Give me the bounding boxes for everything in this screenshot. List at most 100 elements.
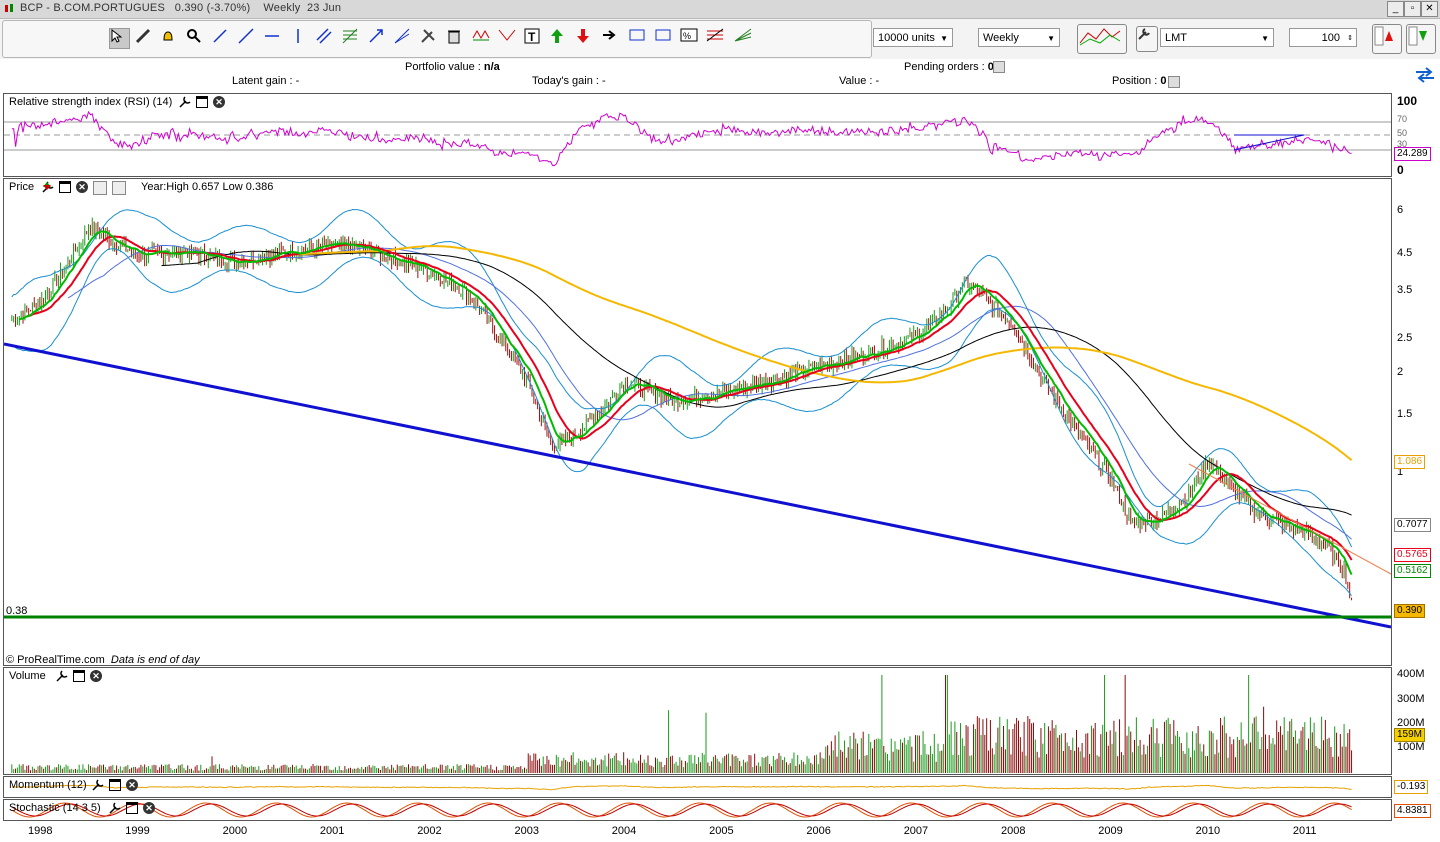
trash-icon[interactable] <box>446 28 466 48</box>
rsi-tick-0: 0 <box>1397 163 1404 177</box>
x-tick-label: 2006 <box>806 825 831 837</box>
restore-button[interactable]: ▫ <box>1404 1 1421 17</box>
window-icon[interactable] <box>73 670 85 682</box>
volume-tick-100M: 100M <box>1397 741 1425 753</box>
tools-icon[interactable] <box>420 28 440 48</box>
ma50-line <box>67 244 1352 540</box>
close-button[interactable]: ✕ <box>1421 1 1438 17</box>
alert-bell-icon[interactable] <box>160 28 180 48</box>
wave-tool-icon[interactable] <box>472 28 492 48</box>
x-tick-label: 2010 <box>1195 825 1221 837</box>
x-tick-label: 2003 <box>514 825 539 837</box>
window-titlebar: BCP - B.COM.PORTUGUES 0.390 (-3.70%) Wee… <box>0 0 1440 19</box>
last-price-tag: 0.390 <box>1394 604 1426 618</box>
buy-order-button[interactable] <box>1372 24 1402 54</box>
speed-lines-icon[interactable] <box>734 28 754 48</box>
retracement-tool-icon[interactable] <box>706 28 726 48</box>
portfolio-value: Portfolio value : n/a <box>405 61 500 73</box>
wrench-icon[interactable] <box>179 96 191 108</box>
minimize-button[interactable]: _ <box>1387 1 1404 17</box>
timeframe-select[interactable]: Weekly ▼ <box>978 28 1060 47</box>
arrow-tool-icon[interactable] <box>368 28 388 48</box>
ruler-tool-icon[interactable] <box>135 28 155 48</box>
price-panel[interactable]: Price ✕ Year:High 0.657 Low 0.386 0.38 ©… <box>3 178 1392 666</box>
x-tick-label: 2004 <box>611 825 637 837</box>
buy-arrow-icon[interactable] <box>550 28 570 48</box>
channel-tool-icon[interactable] <box>316 28 336 48</box>
zoom-icon[interactable] <box>186 28 206 48</box>
ma20-line <box>26 235 1353 561</box>
resistance-line <box>1188 463 1391 575</box>
wrench-icon[interactable] <box>92 779 104 791</box>
x-tick-label: 2000 <box>222 825 248 837</box>
vertical-line-icon[interactable] <box>290 28 310 48</box>
momentum-chart <box>11 784 1352 791</box>
stepper-icon: ⇕ <box>1347 35 1353 42</box>
close-icon[interactable]: ✕ <box>143 802 155 814</box>
position: Position : 0 <box>1112 75 1167 87</box>
close-icon[interactable]: ✕ <box>213 96 225 108</box>
settings-wrench-icon[interactable] <box>1136 26 1158 52</box>
momentum-line <box>11 784 1352 791</box>
rsi-tick-70: 70 <box>1397 114 1408 124</box>
horizontal-line-icon[interactable] <box>264 28 284 48</box>
text-tool-icon[interactable]: T <box>524 28 544 48</box>
x-tick-label: 2011 <box>1292 825 1317 837</box>
ray-tool-icon[interactable] <box>238 28 258 48</box>
copyright-footer: © ProRealTime.com Data is end of day <box>6 654 200 666</box>
wrench-icon[interactable] <box>109 802 121 814</box>
sell-order-button[interactable] <box>1406 24 1436 54</box>
window-icon[interactable] <box>196 96 208 108</box>
momentum-panel[interactable]: Momentum (12) ✕ <box>3 776 1392 798</box>
fibonacci-icon[interactable] <box>342 28 362 48</box>
volume-chart <box>11 675 1353 773</box>
quantity-stepper[interactable]: 100 ⇕ <box>1289 28 1357 47</box>
up-arrow-icon[interactable] <box>43 181 107 195</box>
app-candle-icon <box>5 4 13 12</box>
volume-panel[interactable]: Volume ✕ <box>3 667 1392 775</box>
close-icon[interactable]: ✕ <box>90 670 102 682</box>
position-value: Value : - <box>839 75 880 87</box>
gann-tool-icon[interactable] <box>394 28 414 48</box>
rectangle-tool-icon[interactable] <box>628 28 648 48</box>
wrench-icon[interactable] <box>56 670 68 682</box>
pending-orders-icon[interactable] <box>993 61 1005 73</box>
red-ma-tag: 0.5765 <box>1394 548 1431 562</box>
support-level-label: 0.38 <box>6 605 28 617</box>
stochastic-title: Stochastic (14 3 5) <box>9 802 101 814</box>
x-tick-label: 2002 <box>417 825 442 837</box>
rsi-tick-50: 50 <box>1397 128 1408 138</box>
orange-ma-tag: 1.086 <box>1394 455 1426 469</box>
window-icon[interactable] <box>59 181 71 193</box>
x-tick-label: 2001 <box>319 825 345 837</box>
latent-gain: Latent gain : - <box>232 75 300 87</box>
volume-tick-400M: 400M <box>1397 668 1425 680</box>
percent-tool-icon[interactable]: % <box>680 28 700 48</box>
chart-style-button[interactable] <box>1077 24 1127 54</box>
price-tick-6: 6 <box>1397 204 1404 216</box>
close-icon[interactable]: ✕ <box>76 181 88 193</box>
x-tick-label: 2007 <box>903 825 929 837</box>
year-range: Year:High 0.657 Low 0.386 <box>141 181 274 193</box>
sell-arrow-icon[interactable] <box>576 28 596 48</box>
window-icon[interactable] <box>126 802 138 814</box>
line-tool-icon[interactable] <box>212 28 232 48</box>
close-icon[interactable]: ✕ <box>126 779 138 791</box>
svg-text:%: % <box>683 31 691 41</box>
pattern-tool-icon[interactable] <box>498 28 518 48</box>
order-type-select[interactable]: LMT ▼ <box>1160 28 1274 47</box>
window-icon[interactable] <box>109 779 121 791</box>
rsi-tick-100: 100 <box>1397 94 1418 108</box>
rsi-line <box>11 110 1352 167</box>
position-icon[interactable] <box>1168 76 1180 88</box>
pointer-tool-icon[interactable] <box>109 28 130 49</box>
rsi-title: Relative strength index (RSI) (14) <box>9 96 173 108</box>
right-arrow-icon[interactable] <box>602 28 622 48</box>
rsi-panel[interactable]: Relative strength index (RSI) (14) ✕ <box>3 93 1392 177</box>
stochastic-panel[interactable]: Stochastic (14 3 5) ✕ <box>3 799 1392 821</box>
ellipse-tool-icon[interactable] <box>654 28 674 48</box>
units-select[interactable]: 10000 units ▼ <box>873 28 953 47</box>
svg-text:T: T <box>528 30 536 44</box>
down-arrow-icon[interactable] <box>43 181 126 195</box>
chevron-down-icon: ▼ <box>1261 34 1269 43</box>
